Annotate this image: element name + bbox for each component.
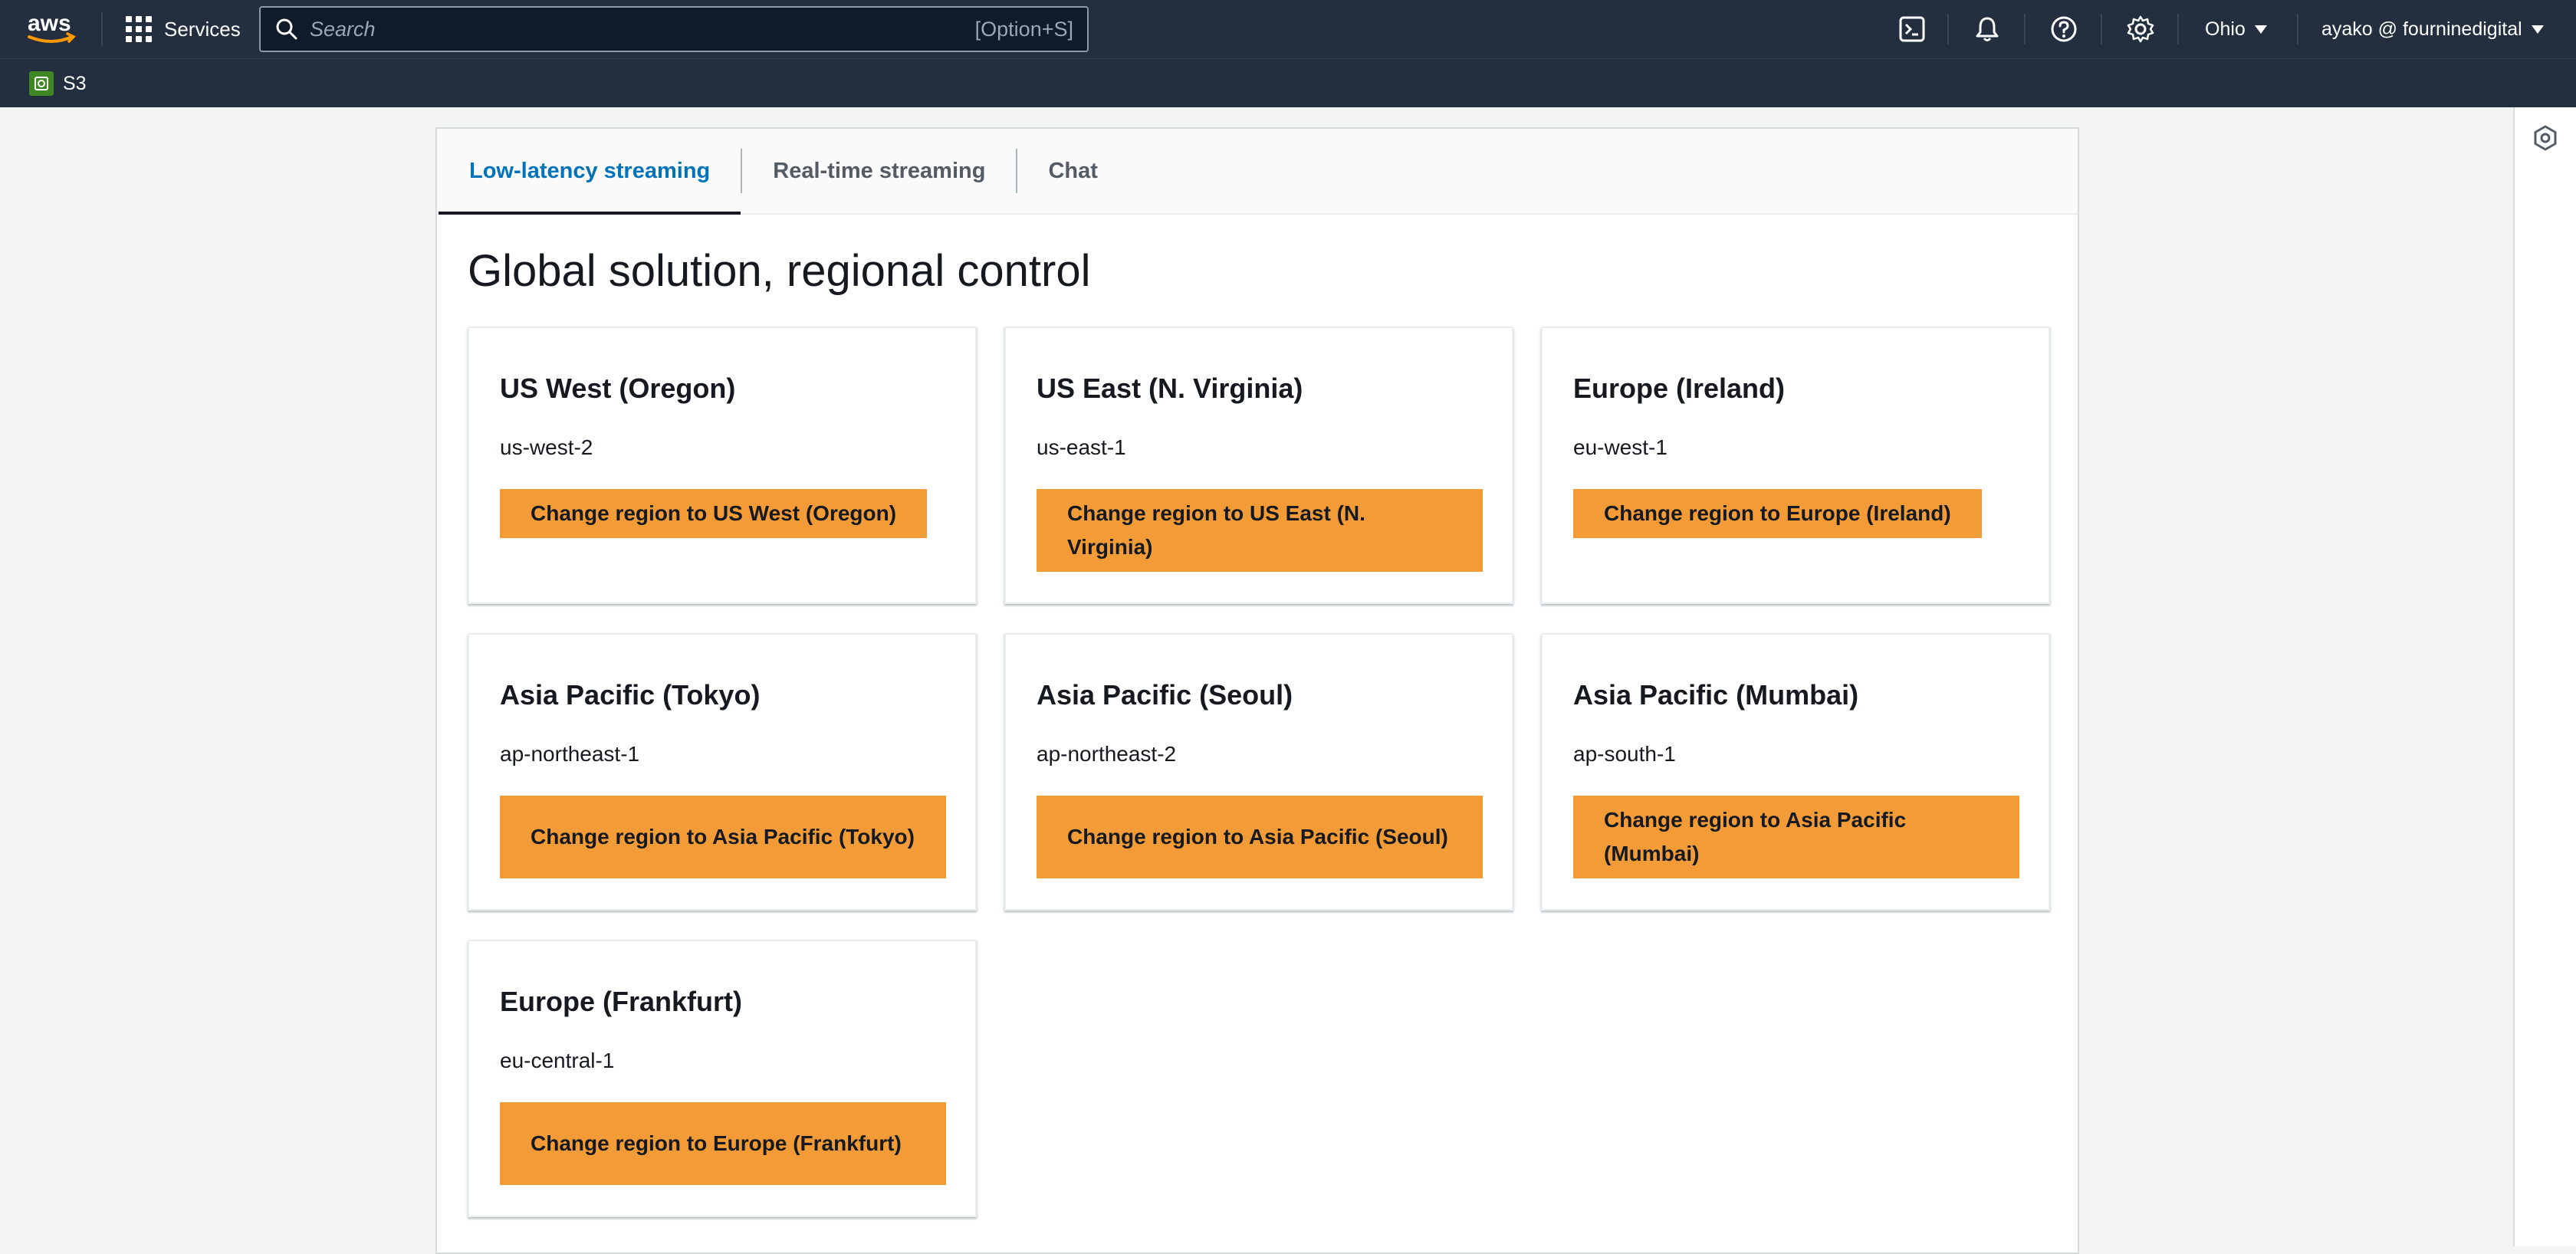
- help-icon[interactable]: [2049, 14, 2079, 44]
- change-region-button[interactable]: Change region to US East (N. Virginia): [1037, 489, 1483, 572]
- nav-divider: [2297, 14, 2298, 44]
- change-region-button[interactable]: Change region to Asia Pacific (Seoul): [1037, 796, 1483, 878]
- region-label: Ohio: [2205, 18, 2246, 40]
- region-name: Asia Pacific (Seoul): [1037, 679, 1293, 711]
- tab-list: Low-latency streaming Real-time streamin…: [437, 129, 2078, 215]
- tab-real-time-streaming[interactable]: Real-time streaming: [742, 129, 1016, 213]
- region-code: ap-northeast-1: [500, 742, 640, 766]
- region-name: US East (N. Virginia): [1037, 373, 1303, 404]
- region-code: us-east-1: [1037, 435, 1126, 459]
- account-label: ayako @ fourninedigital: [2321, 18, 2522, 40]
- search-input[interactable]: [310, 17, 975, 41]
- region-name: Asia Pacific (Tokyo): [500, 679, 761, 711]
- change-region-button[interactable]: Change region to US West (Oregon): [500, 489, 928, 538]
- region-code: ap-south-1: [1573, 742, 1676, 766]
- services-menu-button[interactable]: Services: [126, 12, 241, 46]
- region-name: Europe (Ireland): [1573, 373, 1786, 404]
- account-menu[interactable]: ayako @ fourninedigital: [2321, 14, 2544, 44]
- region-card-ap-northeast-2: Asia Pacific (Seoul) ap-northeast-2 Chan…: [1004, 633, 1513, 911]
- nav-divider: [101, 12, 103, 46]
- region-code: eu-central-1: [500, 1049, 615, 1072]
- change-region-button[interactable]: Change region to Europe (Ireland): [1573, 489, 1982, 538]
- region-code: us-west-2: [500, 435, 593, 459]
- nav-divider: [1947, 14, 1949, 44]
- favorites-bar: S3: [0, 58, 2576, 107]
- aws-logo-text: aws: [28, 11, 71, 36]
- tab-label: Chat: [1048, 158, 1098, 183]
- section-title: Global solution, regional control: [468, 246, 1091, 296]
- s3-service-icon: [29, 71, 54, 96]
- favorite-s3-link[interactable]: S3: [29, 70, 87, 97]
- region-card-us-east-1: US East (N. Virginia) us-east-1 Change r…: [1004, 327, 1513, 604]
- nav-divider: [2177, 14, 2179, 44]
- tab-chat[interactable]: Chat: [1017, 129, 1128, 213]
- services-label: Services: [164, 17, 241, 41]
- region-card-us-west-2: US West (Oregon) us-west-2 Change region…: [468, 327, 977, 604]
- aws-logo[interactable]: aws: [26, 9, 77, 46]
- search-bar[interactable]: [Option+S]: [259, 6, 1089, 52]
- tools-panel-icon[interactable]: [2530, 123, 2561, 153]
- search-icon: [276, 18, 297, 40]
- top-navigation: aws Services [Option+S]: [0, 0, 2576, 58]
- tab-label: Low-latency streaming: [469, 158, 711, 183]
- region-name: Europe (Frankfurt): [500, 986, 743, 1017]
- grid-icon: [126, 16, 152, 42]
- tab-low-latency-streaming[interactable]: Low-latency streaming: [439, 129, 741, 215]
- change-region-button[interactable]: Change region to Asia Pacific (Mumbai): [1573, 796, 2019, 878]
- region-selector[interactable]: Ohio: [2205, 14, 2267, 44]
- search-shortcut-hint: [Option+S]: [974, 17, 1073, 41]
- gear-icon[interactable]: [2125, 14, 2156, 44]
- region-card-eu-central-1: Europe (Frankfurt) eu-central-1 Change r…: [468, 940, 977, 1217]
- favorite-s3-label: S3: [63, 72, 87, 94]
- region-selection-panel: Low-latency streaming Real-time streamin…: [435, 127, 2079, 1254]
- region-code: eu-west-1: [1573, 435, 1668, 459]
- nav-divider: [2101, 14, 2102, 44]
- utility-side-rail: [2513, 107, 2576, 1246]
- region-card-eu-west-1: Europe (Ireland) eu-west-1 Change region…: [1541, 327, 2050, 604]
- region-name: US West (Oregon): [500, 373, 736, 404]
- region-code: ap-northeast-2: [1037, 742, 1177, 766]
- change-region-button[interactable]: Change region to Europe (Frankfurt): [500, 1102, 946, 1185]
- caret-down-icon: [2531, 25, 2544, 34]
- nav-divider: [2024, 14, 2026, 44]
- cloudshell-icon[interactable]: [1897, 14, 1927, 44]
- caret-down-icon: [2254, 25, 2267, 34]
- region-card-ap-northeast-1: Asia Pacific (Tokyo) ap-northeast-1 Chan…: [468, 633, 977, 911]
- region-name: Asia Pacific (Mumbai): [1573, 679, 1859, 711]
- change-region-button[interactable]: Change region to Asia Pacific (Tokyo): [500, 796, 946, 878]
- region-card-ap-south-1: Asia Pacific (Mumbai) ap-south-1 Change …: [1541, 633, 2050, 911]
- bell-icon[interactable]: [1972, 14, 2003, 44]
- tab-label: Real-time streaming: [773, 158, 986, 183]
